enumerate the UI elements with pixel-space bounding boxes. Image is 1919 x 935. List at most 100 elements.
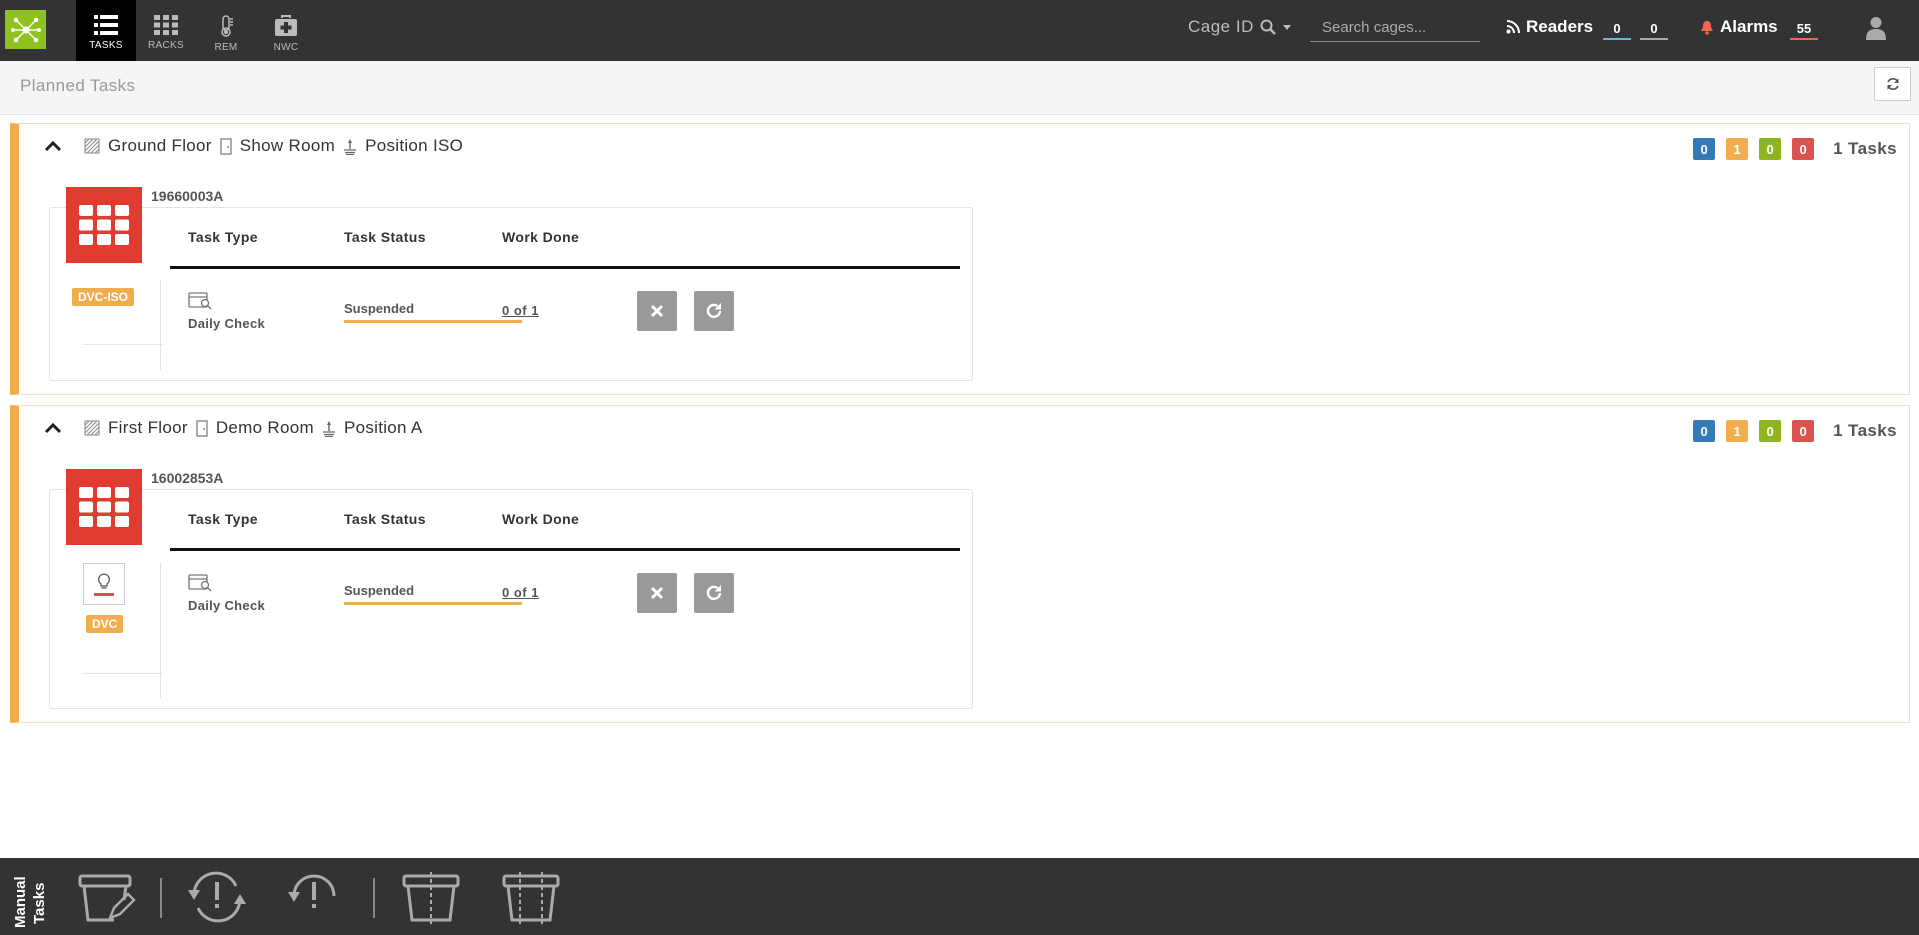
header-task-type: Task Type — [188, 229, 258, 245]
cage-id[interactable]: 16002853A — [151, 470, 223, 486]
nav-rem[interactable]: REM — [196, 0, 256, 61]
manual-label-line1: Manual — [12, 876, 29, 928]
cage-id-label: Cage ID — [1188, 17, 1254, 36]
divider — [83, 344, 163, 345]
position-label: Position ISO — [365, 136, 464, 155]
daily-check-icon — [188, 572, 214, 597]
refresh-button[interactable] — [1874, 67, 1911, 101]
group-location: First Floor Demo Room Position A — [44, 418, 423, 438]
chevron-up-icon[interactable] — [44, 140, 62, 152]
task-status-value: Suspended — [344, 583, 522, 605]
cycle-alert-icon — [188, 871, 246, 923]
light-status-indicator[interactable] — [83, 563, 125, 605]
rack-grid-icon — [79, 487, 129, 527]
cage-tag: DVC — [86, 615, 124, 633]
close-icon — [650, 586, 664, 600]
split-cage-button[interactable] — [400, 870, 462, 929]
floor-label: First Floor — [108, 418, 188, 437]
badge-red-count: 0 — [1792, 138, 1815, 160]
work-done-link[interactable]: 0 of 1 — [502, 303, 539, 318]
light-status-bar — [94, 592, 114, 596]
cage-edit-icon — [78, 874, 136, 922]
header-divider — [170, 266, 960, 269]
divider — [160, 562, 161, 698]
badge-green-count: 0 — [1759, 420, 1782, 442]
task-type-value: Daily Check — [188, 598, 266, 613]
readers-label: Readers — [1526, 17, 1594, 36]
user-menu[interactable] — [1866, 16, 1886, 45]
status-badges: 0 1 0 0 1 Tasks — [1693, 420, 1897, 442]
nav-nwc[interactable]: NWC — [256, 0, 316, 61]
header-work-done: Work Done — [502, 229, 580, 245]
edit-cage-task-button[interactable] — [76, 870, 136, 929]
list-icon — [94, 15, 118, 35]
close-icon — [650, 304, 664, 318]
tasks-count: 1 Tasks — [1833, 139, 1897, 158]
merge-cage-button[interactable] — [500, 870, 562, 929]
header-task-status: Task Status — [344, 229, 426, 245]
retry-task-button[interactable] — [694, 573, 734, 613]
badge-blue-count: 0 — [1693, 420, 1716, 442]
alarms-indicator[interactable]: Alarms — [1700, 17, 1778, 37]
task-card: DVC Task Type Task Status Work Done Dail… — [49, 489, 973, 709]
status-badges: 0 1 0 0 1 Tasks — [1693, 138, 1897, 160]
page-subheader: Planned Tasks — [0, 61, 1919, 115]
floor-label: Ground Floor — [108, 136, 212, 155]
group-location: Ground Floor Show Room Position ISO — [44, 136, 463, 156]
position-icon — [344, 138, 357, 155]
work-done-link[interactable]: 0 of 1 — [502, 585, 539, 600]
task-status-value: Suspended — [344, 301, 522, 323]
nav-tasks[interactable]: TASKS — [76, 0, 136, 61]
room-label: Show Room — [239, 136, 336, 155]
badge-blue-count: 0 — [1693, 138, 1716, 160]
lightbulb-icon — [98, 572, 110, 589]
badge-orange-count: 1 — [1726, 420, 1749, 442]
task-group-first-floor: First Floor Demo Room Position A 0 1 0 0… — [10, 405, 1910, 723]
medkit-icon — [275, 15, 297, 36]
cage-icon[interactable] — [66, 187, 142, 263]
task-type-value: Daily Check — [188, 316, 266, 331]
search-cages-input[interactable] — [1310, 14, 1480, 42]
redo-icon — [706, 585, 722, 601]
cage-id-dropdown[interactable]: Cage ID — [1188, 17, 1292, 37]
door-icon — [196, 419, 208, 437]
chevron-up-icon[interactable] — [44, 422, 62, 434]
page-title: Planned Tasks — [20, 76, 136, 95]
rack-grid-icon — [79, 205, 129, 245]
thermometer-icon — [221, 15, 233, 37]
position-icon — [322, 420, 335, 437]
manual-tasks-label: Manual Tasks — [8, 868, 52, 928]
readers-count-2: 0 — [1640, 21, 1668, 40]
undo-alert-icon — [288, 874, 336, 908]
caret-down-icon — [1282, 25, 1291, 30]
readers-indicator[interactable]: Readers — [1506, 17, 1593, 37]
cancel-task-button[interactable] — [637, 573, 677, 613]
user-icon — [1866, 17, 1886, 40]
app-logo[interactable] — [5, 10, 46, 49]
nav-tasks-label: TASKS — [89, 40, 123, 51]
toolbar-separator — [373, 878, 375, 918]
cage-merge-icon — [502, 872, 560, 924]
retry-task-button[interactable] — [694, 291, 734, 331]
cage-icon[interactable] — [66, 469, 142, 545]
nav-nwc-label: NWC — [273, 42, 299, 53]
network-logo-icon — [10, 17, 41, 42]
nav-racks-label: RACKS — [148, 40, 184, 51]
cancel-task-button[interactable] — [637, 291, 677, 331]
divider — [160, 280, 161, 370]
bell-icon — [1701, 20, 1713, 35]
manual-tasks-toolbar: Manual Tasks — [0, 858, 1919, 935]
door-icon — [220, 137, 232, 155]
undo-alert-button[interactable] — [286, 870, 340, 929]
grid-icon — [154, 15, 178, 35]
cycle-alert-button[interactable] — [186, 870, 248, 929]
nav-racks[interactable]: RACKS — [136, 0, 196, 61]
top-navbar: TASKS RACKS REM NWC Cage ID Readers 0 0 — [0, 0, 1919, 61]
redo-icon — [706, 303, 722, 319]
cage-id[interactable]: 19660003A — [151, 188, 223, 204]
header-task-status: Task Status — [344, 511, 426, 527]
divider — [83, 673, 163, 674]
toolbar-separator — [160, 878, 162, 918]
cage-split-icon — [402, 872, 460, 924]
tasks-count: 1 Tasks — [1833, 421, 1897, 440]
